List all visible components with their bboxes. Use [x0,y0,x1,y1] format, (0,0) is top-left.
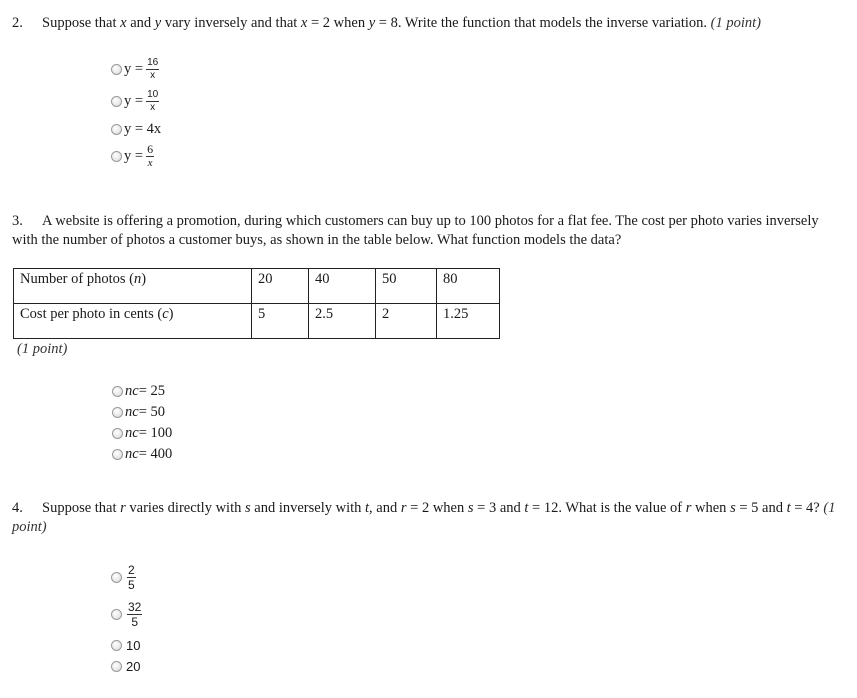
radio-button[interactable] [111,150,122,162]
radio-button[interactable] [111,123,122,135]
row-header: Cost per photo in cents (c) [13,303,252,339]
table-cell: 50 [375,268,437,304]
radio-button[interactable] [112,406,123,418]
fraction: 32 5 [127,599,143,629]
radio-button[interactable] [112,385,123,397]
answer-option[interactable]: 10 [111,636,140,654]
radio-button[interactable] [112,427,123,439]
question-number: 3. [12,213,23,229]
table-cell: 2 [375,303,437,339]
table-cell: 80 [436,268,500,304]
radio-button[interactable] [111,95,122,107]
fraction: 16 x [146,56,160,81]
answer-option[interactable]: nc = 400 [112,445,172,463]
table-cell: 20 [251,268,309,304]
fraction: 6x [146,142,155,169]
answer-option[interactable]: y = 16 x [111,56,160,81]
answer-option[interactable]: y = 4x [111,120,161,138]
question-4: 4. Suppose that r varies directly with s … [12,500,836,535]
row-header: Number of photos (n) [13,268,252,304]
radio-button[interactable] [111,63,122,75]
table-cell: 40 [308,268,376,304]
answer-option[interactable]: nc = 100 [112,424,172,442]
radio-button[interactable] [111,639,122,651]
question-2: 2. Suppose that x and y vary inversely an… [12,15,761,31]
answer-option[interactable]: 20 [111,657,140,675]
radio-button[interactable] [111,660,122,672]
data-table: Number of photos (n) 20 40 50 80 Cost pe… [13,268,500,339]
table-cell: 1.25 [436,303,500,339]
answer-option[interactable]: nc = 50 [112,403,165,421]
table-row: Cost per photo in cents (c) 5 2.5 2 1.25 [13,303,500,339]
table-row: Number of photos (n) 20 40 50 80 [13,268,500,304]
answer-option[interactable]: y = 10 x [111,88,160,113]
answer-option[interactable]: 32 5 [111,597,143,631]
table-cell: 5 [251,303,309,339]
radio-button[interactable] [111,608,122,620]
table-cell: 2.5 [308,303,376,339]
answer-option[interactable]: nc = 25 [112,382,165,400]
question-3: 3. A website is offering a promotion, dur… [12,213,819,248]
points-label: (1 point) [710,15,761,31]
radio-button[interactable] [111,571,122,583]
answer-option[interactable]: y = 6x [111,143,155,169]
question-number: 4. [12,500,23,516]
radio-button[interactable] [112,448,123,460]
answer-option[interactable]: 25 [111,560,136,594]
fraction: 25 [127,562,136,592]
fraction: 10 x [146,88,160,113]
question-number: 2. [12,15,23,31]
points-label: (1 point) [17,341,68,357]
